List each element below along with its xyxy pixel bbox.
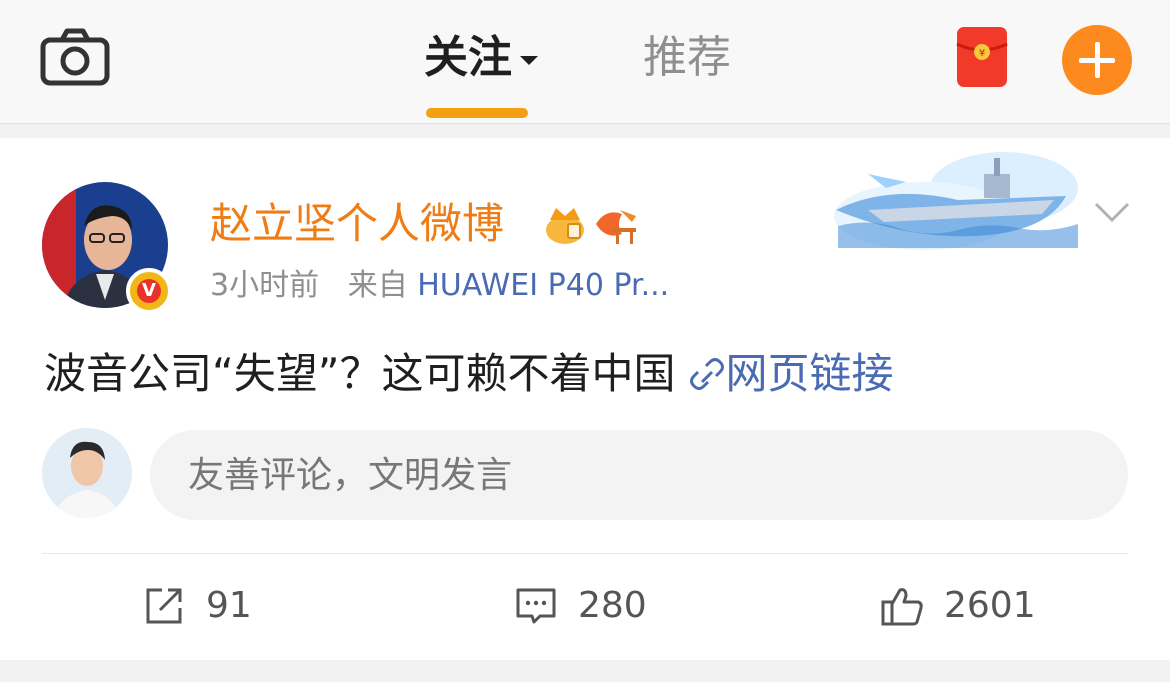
web-link[interactable]: 网页链接 (726, 349, 894, 398)
tab-follow-label: 关注 (424, 32, 512, 83)
repost-count: 91 (206, 585, 252, 626)
verified-badge-icon: V (126, 268, 172, 314)
comment-input[interactable] (150, 430, 1128, 520)
like-count: 2601 (944, 585, 1036, 626)
add-post-button[interactable] (1062, 25, 1132, 95)
weibo-post-card: V 赵立坚个人微博 3小时前 来自 HUAWEI P40 Pr... 波音公司“… (0, 138, 1170, 660)
aircraft-carrier-card-decoration-icon (834, 152, 1078, 250)
post-text: 波音公司“失望”？这可赖不着中国 (44, 349, 676, 398)
caret-down-icon (520, 55, 538, 65)
divider (42, 553, 1128, 554)
crown-vip-icon (546, 208, 584, 244)
current-user-photo (42, 428, 132, 518)
comment-icon (516, 588, 556, 624)
tab-recommend[interactable]: 推荐 (643, 30, 731, 86)
camera-icon[interactable] (40, 28, 110, 86)
like-button[interactable]: 2601 (880, 580, 1036, 632)
top-nav-bar: 关注 推荐 ¥ (0, 0, 1170, 124)
post-source-device[interactable]: HUAWEI P40 Pr... (417, 268, 669, 303)
svg-text:¥: ¥ (979, 48, 985, 59)
current-user-avatar[interactable] (42, 428, 132, 518)
post-meta: 3小时前 来自 HUAWEI P40 Pr... (210, 264, 669, 308)
post-time: 3小时前 (210, 268, 320, 303)
post-body[interactable]: 波音公司“失望”？这可赖不着中国 网页链接 (44, 346, 894, 402)
active-tab-indicator (426, 108, 528, 118)
repost-button[interactable]: 91 (142, 580, 252, 632)
red-packet-icon[interactable]: ¥ (956, 26, 1008, 88)
comment-button[interactable]: 280 (514, 580, 647, 632)
koi-fish-badge-icon (596, 210, 636, 244)
link-icon (689, 358, 724, 390)
author-name[interactable]: 赵立坚个人微博 (210, 196, 504, 252)
comment-count: 280 (578, 585, 647, 626)
more-options-chevron-icon[interactable] (1094, 200, 1130, 224)
repost-icon (146, 588, 182, 624)
thumbs-up-icon (881, 588, 923, 626)
post-source-prefix: 来自 (347, 268, 408, 303)
tab-follow[interactable]: 关注 (424, 30, 538, 86)
